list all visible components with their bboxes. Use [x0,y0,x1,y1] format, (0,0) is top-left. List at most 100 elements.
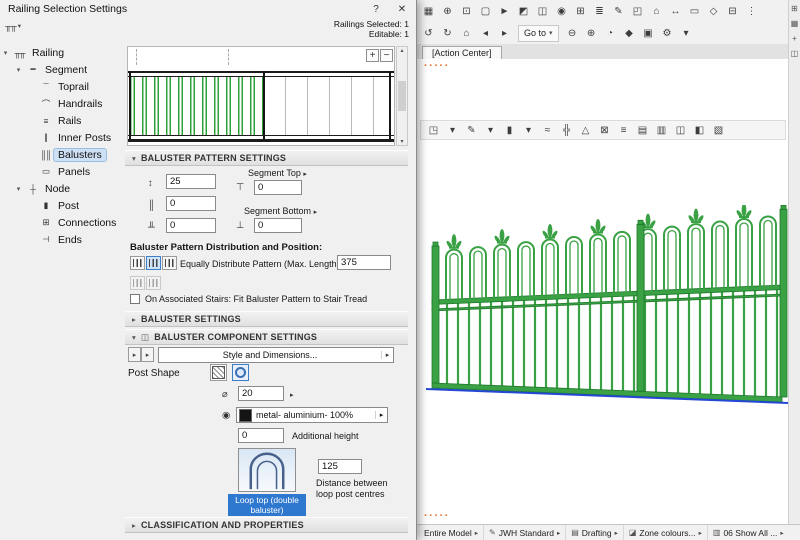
preview-scrollbar[interactable]: ▴ ▾ [396,46,408,146]
triangle-icon[interactable]: △ [577,122,594,138]
tree-item-toprail[interactable]: ‾‾ Toprail [26,78,124,95]
undo-icon[interactable]: ↺ [420,25,437,41]
section-baluster-settings[interactable]: ▸ BALUSTER SETTINGS [125,311,408,327]
arrow-tool-icon[interactable]: ► [496,3,513,19]
tree-item-inner-posts[interactable]: ∥ Inner Posts [26,129,124,146]
post-shape-square-button[interactable] [210,364,227,381]
pen-set-icon[interactable]: ✎ [463,122,480,138]
tree-item-rails[interactable]: ≡ Rails [26,112,124,129]
style-dimensions-dropdown[interactable]: Style and Dimensions... ▸ [158,347,394,363]
trim-icon[interactable]: ⊠ [596,122,613,138]
shade-icon[interactable]: ◧ [691,122,708,138]
stairs-checkbox[interactable] [130,294,140,304]
stairs-checkbox-label[interactable]: On Associated Stairs: Fit Baluster Patte… [145,294,367,304]
distribution-option-4[interactable] [130,276,145,290]
favorites-button[interactable]: ╥╥ ▾ [5,21,21,31]
tree-item-panels[interactable]: ▭ Panels [26,163,124,180]
tree-expand-arrow[interactable]: ▾ [13,66,24,74]
baluster-height-field[interactable] [166,174,216,189]
segment-top-label[interactable]: Segment Top ▸ [248,168,307,178]
pen-dropdown-icon[interactable]: ▾ [482,122,499,138]
preview-zoom-in-button[interactable]: + [366,49,379,62]
preview-zoom-out-button[interactable]: − [380,49,393,62]
zoom-in-icon[interactable]: ⊕ [583,25,600,41]
diameter-menu-arrow[interactable]: ▸ [290,389,294,400]
tree-expand-arrow[interactable]: ▾ [0,49,11,57]
page-previous-button[interactable]: ▸ [128,347,141,362]
segment-bottom-field[interactable] [254,218,302,233]
layouts-icon[interactable]: ▣ [640,25,657,41]
distribution-option-3[interactable] [162,256,177,270]
grid-snap-icon[interactable]: ⊞ [572,3,589,19]
tab-action-center[interactable]: [Action Center] [422,46,502,59]
scroll-up-icon[interactable]: ▴ [400,47,403,54]
baluster-bottom-offset-field[interactable] [166,218,216,233]
railing-3d-model[interactable] [420,205,792,415]
loop-distance-field[interactable] [318,459,362,474]
go-to-dropdown[interactable]: Go to ▾ [518,24,559,42]
status-entire-model[interactable]: Entire Model ▸ [416,525,483,540]
marquee-icon[interactable]: ▢ [477,3,494,19]
elevation-icon[interactable]: ◫ [534,3,551,19]
pattern-icon[interactable]: ▧ [710,122,727,138]
view-dropdown-icon[interactable]: ▾ [444,122,461,138]
label-icon[interactable]: ▭ [686,3,703,19]
segment-top-field[interactable] [254,180,302,195]
status-pen-set[interactable]: ✎ JWH Standard ▸ [482,525,565,540]
tree-item-balusters[interactable]: ║║ Balusters [26,146,124,163]
section-classification-properties[interactable]: ▸ CLASSIFICATION AND PROPERTIES [125,517,408,533]
model-views-icon[interactable]: ▦ [420,3,437,19]
layers-icon[interactable]: ≣ [591,3,608,19]
scrollbar-thumb[interactable] [398,81,406,111]
column-dropdown-icon[interactable]: ▾ [520,122,537,138]
settings-icon[interactable]: ⚙ [659,25,676,41]
max-length-field[interactable] [337,255,391,270]
column-tool-icon[interactable]: ▮ [501,122,518,138]
post-shape-circle-button[interactable] [232,364,249,381]
tree-item-railing[interactable]: ▾ ╥╥ Railing [0,44,124,61]
orbit-icon[interactable]: ◔ [602,25,619,41]
quick-options-icon[interactable]: ▾ [678,25,695,41]
distribution-option-2-selected[interactable] [146,256,161,270]
3d-style-icon[interactable]: ◇ [705,3,722,19]
tree-item-node[interactable]: ▾ ┼ Node [13,180,124,197]
panel-grid-icon[interactable]: ⊞ [791,4,798,13]
fit-in-window-icon[interactable]: ⊡ [458,3,475,19]
next-view-icon[interactable]: ▸ [496,25,513,41]
page-next-button[interactable]: ▸ [141,347,154,362]
standard-view-icon[interactable]: ◳ [425,122,442,138]
tree-item-post[interactable]: ▮ Post [26,197,124,214]
status-layer-combination[interactable]: ▤ Drafting ▸ [565,525,623,540]
more-options-icon[interactable]: ⋮ [743,3,760,19]
material-dropdown[interactable]: metal- aluminium- 100% ▸ [236,407,388,423]
section-baluster-component-settings[interactable]: ▾ ◫ BALUSTER COMPONENT SETTINGS [125,329,408,345]
sheet-icon[interactable]: ▤ [634,122,651,138]
tree-item-handrails[interactable]: ⌒ Handrails [26,95,124,112]
distribution-option-1[interactable] [130,256,145,270]
camera-icon[interactable]: ◉ [553,3,570,19]
panel-add-icon[interactable]: + [792,34,797,43]
model-view-options-icon[interactable]: ◰ [629,3,646,19]
window-tool-icon[interactable]: ◫ [672,122,689,138]
panel-views-icon[interactable]: ▦ [791,19,799,28]
segment-bottom-label[interactable]: Segment Bottom ▸ [244,206,317,216]
tree-item-segment[interactable]: ▾ ━ Segment [13,61,124,78]
walk-mode-icon[interactable]: ◆ [621,25,638,41]
status-layout-book[interactable]: ▥ 06 Show All ... ▸ [706,525,789,540]
pen-icon[interactable]: ✎ [610,3,627,19]
tree-expand-arrow[interactable]: ▾ [13,185,24,193]
baluster-pattern-preview[interactable]: + − [127,46,395,146]
baluster-type-label[interactable]: Loop top (double baluster) [228,494,306,516]
dimension-icon[interactable]: ↔ [667,3,684,19]
section-icon[interactable]: ◩ [515,3,532,19]
publisher-icon[interactable]: ⊟ [724,3,741,19]
panel-split-icon[interactable]: ◫ [791,49,799,58]
baluster-offset-field[interactable] [166,196,216,211]
tree-item-connections[interactable]: ⊞ Connections [26,214,124,231]
renovation-filter-icon[interactable]: ⌂ [648,3,665,19]
zoom-icon[interactable]: ⊕ [439,3,456,19]
tree-item-ends[interactable]: ⊣ Ends [26,231,124,248]
diameter-field[interactable] [238,386,284,401]
hatch-icon[interactable]: ╬ [558,122,575,138]
baluster-type-thumbnail[interactable] [238,448,296,492]
